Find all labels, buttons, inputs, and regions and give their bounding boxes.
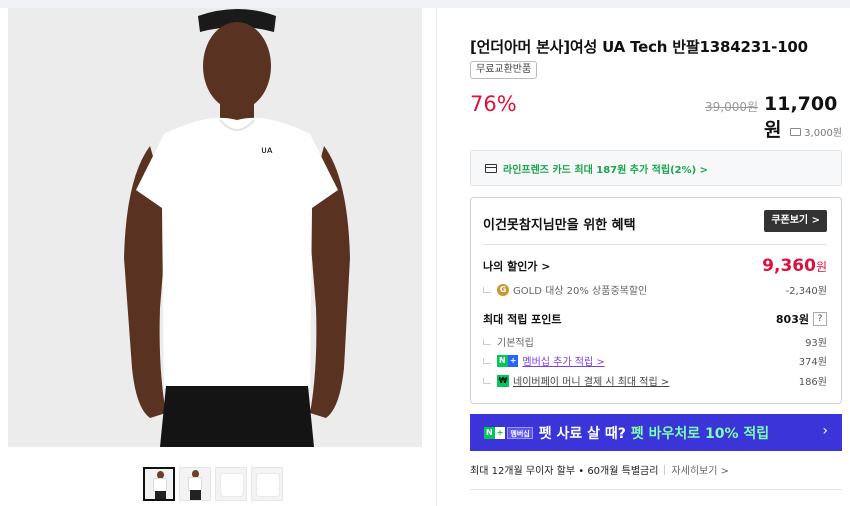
naver-membership-badge: N + 멤버십 [484, 426, 533, 439]
promo-text: 펫 사료 살 때? [538, 425, 626, 442]
thumbnail-3[interactable] [215, 467, 247, 501]
points-label: 최대 적립 포인트 [483, 313, 562, 326]
card-benefit-text: 라인프렌즈 카드 최대 187원 추가 적립(2%) > [503, 164, 709, 176]
my-price-value: 9,360원 [762, 256, 827, 276]
product-title: [언더아머 본사]여성 UA Tech 반팔1384231-100 [470, 38, 808, 56]
membership-points-link[interactable]: 멤버십 추가 적립 > [522, 353, 604, 368]
npay-points-link[interactable]: 네이버페이 머니 결제 시 최대 적립 > [513, 373, 669, 388]
panel-divider [436, 8, 437, 506]
promo-highlight: 펫 바우처로 10% 적립 [630, 425, 770, 442]
naverpay-icon: ₩ [497, 374, 509, 387]
installment-divider [664, 464, 666, 475]
shipping-fee-value: 3,000원 [804, 128, 842, 139]
product-main-image[interactable]: ᴜᴀ [8, 8, 422, 447]
card-benefit-banner[interactable]: 라인프렌즈 카드 최대 187원 추가 적립(2%) > [470, 150, 842, 186]
model-illustration: ᴜᴀ [8, 8, 422, 447]
naver-plus-icon: N + [497, 354, 519, 367]
basic-points-row: 기본적립 93원 [483, 334, 827, 349]
credit-card-icon [485, 163, 497, 173]
gold-discount-value: -2,340원 [785, 286, 827, 297]
installment-info: 최대 12개월 무이자 할부 • 60개월 특별금리 자세히보기 > [470, 462, 729, 477]
npay-points-value: 186원 [798, 377, 827, 388]
membership-points-row: N + 멤버십 추가 적립 > 374원 [483, 353, 827, 368]
installment-more-link[interactable]: 자세히보기 > [671, 462, 729, 477]
installment-text: 최대 12개월 무이자 할부 • 60개월 특별금리 [470, 466, 659, 477]
original-price: 39,000원 [705, 100, 759, 114]
benefit-separator [483, 244, 827, 245]
top-bar [0, 0, 850, 8]
membership-points-value: 374원 [798, 357, 827, 368]
chevron-right-icon: › [822, 423, 828, 439]
svg-text:ᴜᴀ: ᴜᴀ [261, 145, 273, 156]
gold-discount-label: GOLD 대상 20% 상품중복할인 [513, 286, 648, 297]
benefit-box: 이건못참지님만을 위한 혜택 쿠폰보기 > 나의 할인가 > 9,360원 G … [470, 197, 842, 404]
points-value: 803원 [775, 313, 809, 326]
free-return-badge: 무료교환반품 [470, 61, 538, 79]
truck-icon [790, 127, 802, 136]
thumbnail-1[interactable] [143, 467, 175, 501]
gold-icon: G [497, 283, 509, 296]
points-row: 최대 적립 포인트 803원 ? [483, 311, 827, 327]
discount-rate: 76% [470, 92, 517, 116]
basic-points-label: 기본적립 [497, 338, 534, 349]
gold-discount-row: G GOLD 대상 20% 상품중복할인 -2,340원 [483, 282, 827, 297]
npay-points-row: ₩ 네이버페이 머니 결제 시 최대 적립 > 186원 [483, 373, 827, 388]
my-price-label[interactable]: 나의 할인가 > [483, 258, 550, 274]
bottom-divider [470, 489, 842, 490]
my-price-row: 나의 할인가 > 9,360원 [483, 256, 827, 276]
coupon-button[interactable]: 쿠폰보기 > [764, 210, 827, 232]
thumbnail-strip [143, 467, 283, 501]
basic-points-value: 93원 [805, 338, 827, 349]
pet-voucher-promo-banner[interactable]: N + 멤버십 펫 사료 살 때? 펫 바우처로 10% 적립 › [470, 414, 842, 451]
thumbnail-2[interactable] [179, 467, 211, 501]
thumbnail-4[interactable] [251, 467, 283, 501]
help-icon[interactable]: ? [813, 312, 827, 326]
shipping-fee: 3,000원 [790, 124, 842, 139]
image-panel: ᴜᴀ [0, 8, 436, 506]
benefit-heading: 이건못참지님만을 위한 혜택 [483, 218, 636, 233]
